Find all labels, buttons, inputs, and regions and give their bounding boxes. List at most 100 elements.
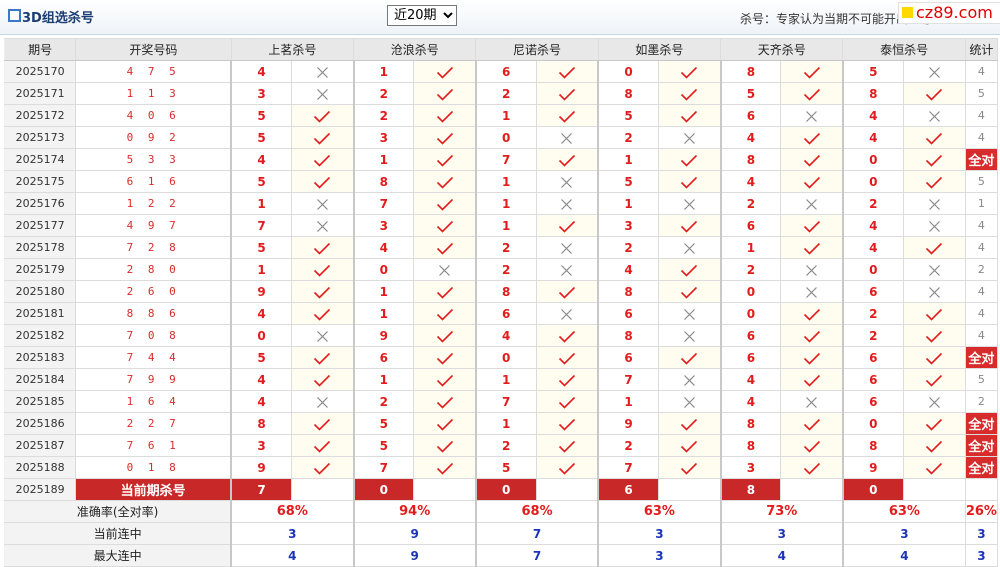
kill-number-cell: 6: [597, 302, 659, 325]
kill-number-cell: 2: [352, 390, 415, 413]
hit-mark-cell: [902, 82, 966, 105]
check-icon: [926, 352, 943, 365]
kill-number-cell: 4: [719, 390, 782, 413]
check-icon: [803, 418, 820, 431]
check-icon: [436, 88, 453, 101]
check-icon: [436, 286, 453, 299]
kill-number-cell: 2: [719, 258, 782, 281]
hit-mark-cell: [535, 82, 599, 105]
kill-number-cell: 6: [719, 324, 782, 347]
column-header-expert[interactable]: 天齐杀号: [720, 38, 844, 61]
empty-cell: [535, 478, 599, 501]
kill-number-cell: 0: [841, 412, 904, 435]
miss-mark-cell: [535, 192, 599, 215]
column-header-expert[interactable]: 沧浪杀号: [353, 38, 477, 61]
table-row: 2025174 5 3 3 4 1 7 1 8 0 全对: [3, 148, 999, 171]
period-cell: 2025184: [3, 368, 77, 391]
kill-number-table: 期号 开奖号码 上茗杀号 沧浪杀号 尼诺杀号 如墨杀号 天齐杀号 泰恒杀号 统计…: [3, 38, 999, 567]
check-icon: [681, 88, 698, 101]
check-icon: [926, 176, 943, 189]
cross-icon: [806, 286, 818, 298]
period-cell: 2025175: [3, 170, 77, 193]
site-logo[interactable]: cz89.com: [898, 2, 1000, 24]
check-icon: [314, 308, 331, 321]
hit-mark-cell: [290, 346, 355, 369]
hit-mark-cell: [780, 346, 844, 369]
column-header-expert[interactable]: 如墨杀号: [597, 38, 722, 61]
column-header-expert[interactable]: 上茗杀号: [230, 38, 355, 61]
kill-number-cell: 1: [474, 104, 537, 127]
kill-number-cell: 8: [597, 82, 659, 105]
draw-number-cell: 7 9 9: [75, 368, 232, 391]
kill-number-cell: 6: [719, 346, 782, 369]
kill-number-cell: 8: [719, 412, 782, 435]
kill-number-cell: 9: [597, 412, 659, 435]
column-header-expert[interactable]: 尼诺杀号: [475, 38, 599, 61]
hit-mark-cell: [780, 214, 844, 237]
kill-number-cell: 8: [230, 412, 292, 435]
hit-mark-cell: [290, 434, 355, 457]
kill-number-cell: 0: [597, 60, 659, 83]
hit-mark-cell: [413, 104, 477, 127]
hit-mark-cell: [535, 346, 599, 369]
cross-icon: [561, 308, 573, 320]
summary-value: 68%: [230, 500, 355, 523]
kill-number-cell: 6: [474, 60, 537, 83]
draw-number-cell: 8 8 6: [75, 302, 232, 325]
kill-number-cell: 5: [230, 236, 292, 259]
kill-number-cell: 4: [230, 302, 292, 325]
kill-number-cell: 4: [230, 60, 292, 83]
hit-mark-cell: [902, 346, 966, 369]
hit-mark-cell: [535, 412, 599, 435]
draw-number-cell: 2 6 0: [75, 280, 232, 303]
hit-mark-cell: [413, 214, 477, 237]
hit-mark-cell: [413, 192, 477, 215]
check-icon: [803, 66, 820, 79]
check-icon: [681, 220, 698, 233]
check-icon: [436, 396, 453, 409]
kill-number-cell: 0: [841, 148, 904, 171]
hit-mark-cell: [535, 214, 599, 237]
kill-number-cell: 3: [230, 434, 292, 457]
miss-mark-cell: [290, 324, 355, 347]
kill-number-cell: 5: [230, 104, 292, 127]
check-icon: [314, 264, 331, 277]
kill-number-cell: 6: [841, 346, 904, 369]
hit-mark-cell: [657, 412, 722, 435]
kill-number-cell: 6: [352, 346, 415, 369]
table-row: 2025187 7 6 1 3 5 2 2 8 8 全对: [3, 434, 999, 457]
table-row: 2025180 2 6 09 1 8 8 0 6 4: [3, 280, 999, 303]
hit-mark-cell: [657, 434, 722, 457]
hit-mark-cell: [413, 412, 477, 435]
all-correct-badge: 全对: [964, 456, 999, 479]
kill-number-cell: 9: [230, 280, 292, 303]
period-cell: 2025170: [3, 60, 77, 83]
table-row: 2025176 1 2 21711221: [3, 192, 999, 215]
miss-mark-cell: [290, 60, 355, 83]
hit-mark-cell: [290, 104, 355, 127]
hit-mark-cell: [535, 434, 599, 457]
hit-mark-cell: [413, 346, 477, 369]
period-cell: 2025182: [3, 324, 77, 347]
all-correct-badge: 全对: [964, 148, 999, 171]
kill-number-cell: 7: [474, 390, 537, 413]
check-icon: [926, 88, 943, 101]
kill-number-cell: 9: [230, 456, 292, 479]
check-icon: [436, 176, 453, 189]
period-range-select[interactable]: 近20期: [387, 5, 457, 26]
hit-mark-cell: [657, 258, 722, 281]
kill-number-cell: 4: [841, 214, 904, 237]
cross-icon: [561, 242, 573, 254]
summary-value: 68%: [474, 500, 599, 523]
kill-number-cell: 8: [719, 434, 782, 457]
page-title: 3D组选杀号: [22, 11, 94, 26]
miss-mark-cell: [535, 170, 599, 193]
hit-mark-cell: [780, 236, 844, 259]
kill-number-cell: 2: [474, 258, 537, 281]
check-icon: [803, 462, 820, 475]
column-header-expert[interactable]: 泰恒杀号: [842, 38, 966, 61]
kill-number-cell: 2: [719, 192, 782, 215]
check-icon: [558, 154, 575, 167]
kill-number-cell: 7: [474, 148, 537, 171]
hit-mark-cell: [780, 434, 844, 457]
